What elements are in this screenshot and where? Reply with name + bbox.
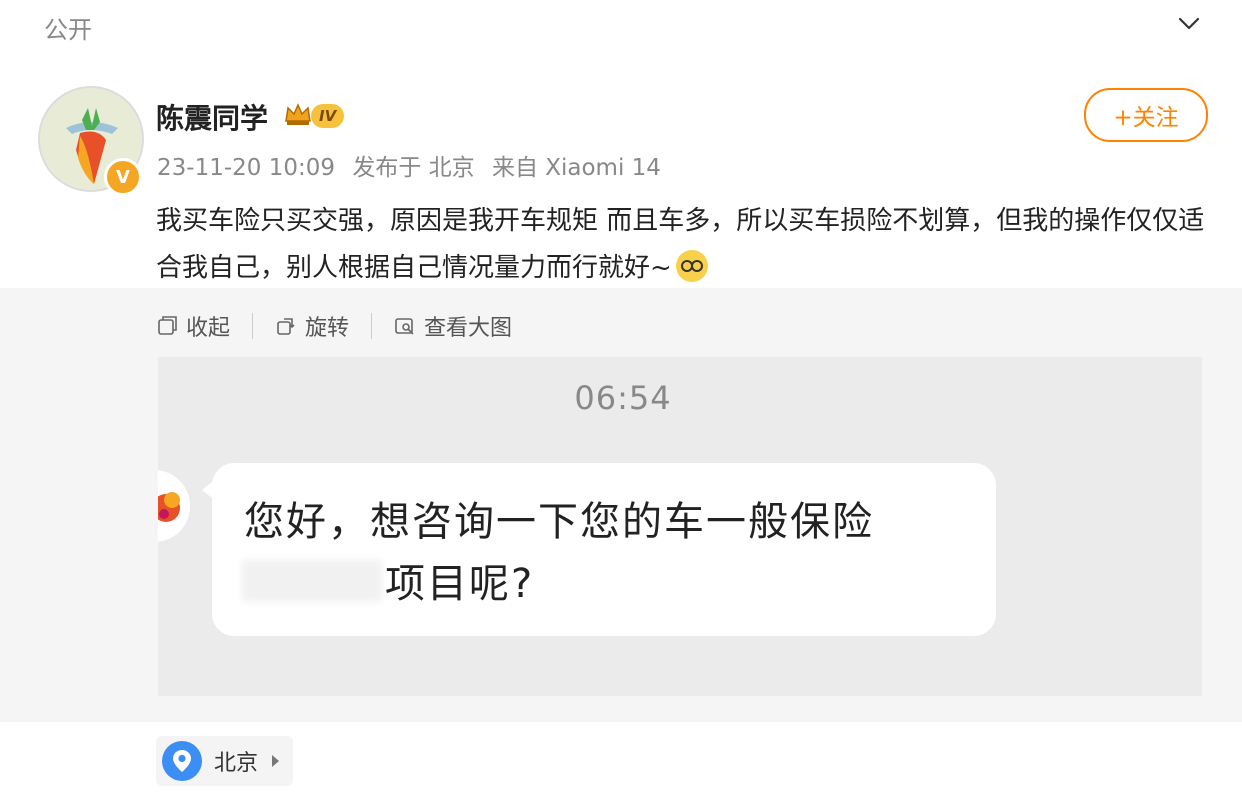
post-text: 我买车险只买交强，原因是我开车规矩 而且车多，所以买车损险不划算，但我的操作仅仅… bbox=[156, 198, 1206, 292]
chat-time: 06:54 bbox=[574, 379, 672, 417]
rotate-icon bbox=[277, 318, 295, 335]
crown-icon bbox=[283, 99, 313, 129]
rotate-label: 旋转 bbox=[305, 316, 350, 341]
username[interactable]: 陈震同学 bbox=[156, 97, 268, 137]
view-large-button[interactable]: 查看大图 bbox=[394, 310, 512, 342]
view-large-label: 查看大图 bbox=[424, 316, 513, 341]
chevron-right-icon bbox=[272, 755, 280, 767]
post-date: 23-11-20 10:09 bbox=[157, 155, 335, 181]
emoji-glasses-icon bbox=[675, 249, 708, 282]
visibility-label[interactable]: 公开 bbox=[44, 10, 92, 45]
post-image[interactable]: 06:54 您好，想咨询一下您的车一般保险 项目呢? bbox=[158, 357, 1202, 696]
location-label: 北京 bbox=[214, 751, 259, 776]
level-badge: IV bbox=[311, 104, 345, 128]
chat-bubble: 您好，想咨询一下您的车一般保险 项目呢? bbox=[212, 463, 996, 636]
divider bbox=[252, 313, 254, 339]
follow-button[interactable]: +关注 bbox=[1084, 88, 1208, 142]
rotate-button[interactable]: 旋转 bbox=[275, 310, 349, 342]
chat-message-line1: 您好，想咨询一下您的车一般保险 bbox=[244, 499, 874, 545]
view-large-icon bbox=[395, 318, 414, 335]
redacted-text bbox=[242, 560, 382, 602]
chevron-down-icon[interactable] bbox=[1176, 10, 1202, 36]
location-tag[interactable]: 北京 bbox=[156, 736, 294, 786]
chat-avatar bbox=[158, 470, 190, 542]
image-toolbar: 收起 旋转 查看大图 bbox=[156, 311, 512, 341]
chat-message-line2: 项目呢? bbox=[385, 561, 535, 607]
post-location-text: 发布于 北京 bbox=[352, 155, 475, 181]
post-meta: 23-11-20 10:09 发布于 北京 来自 Xiaomi 14 bbox=[157, 148, 671, 182]
collapse-icon bbox=[158, 316, 177, 335]
post-source: 来自 Xiaomi 14 bbox=[491, 155, 661, 181]
location-pin-icon bbox=[162, 741, 202, 781]
divider bbox=[371, 313, 373, 339]
collapse-label: 收起 bbox=[186, 316, 231, 341]
top-bar: 公开 bbox=[0, 0, 1242, 60]
verified-badge-icon: V bbox=[104, 158, 142, 196]
collapse-button[interactable]: 收起 bbox=[156, 310, 230, 342]
